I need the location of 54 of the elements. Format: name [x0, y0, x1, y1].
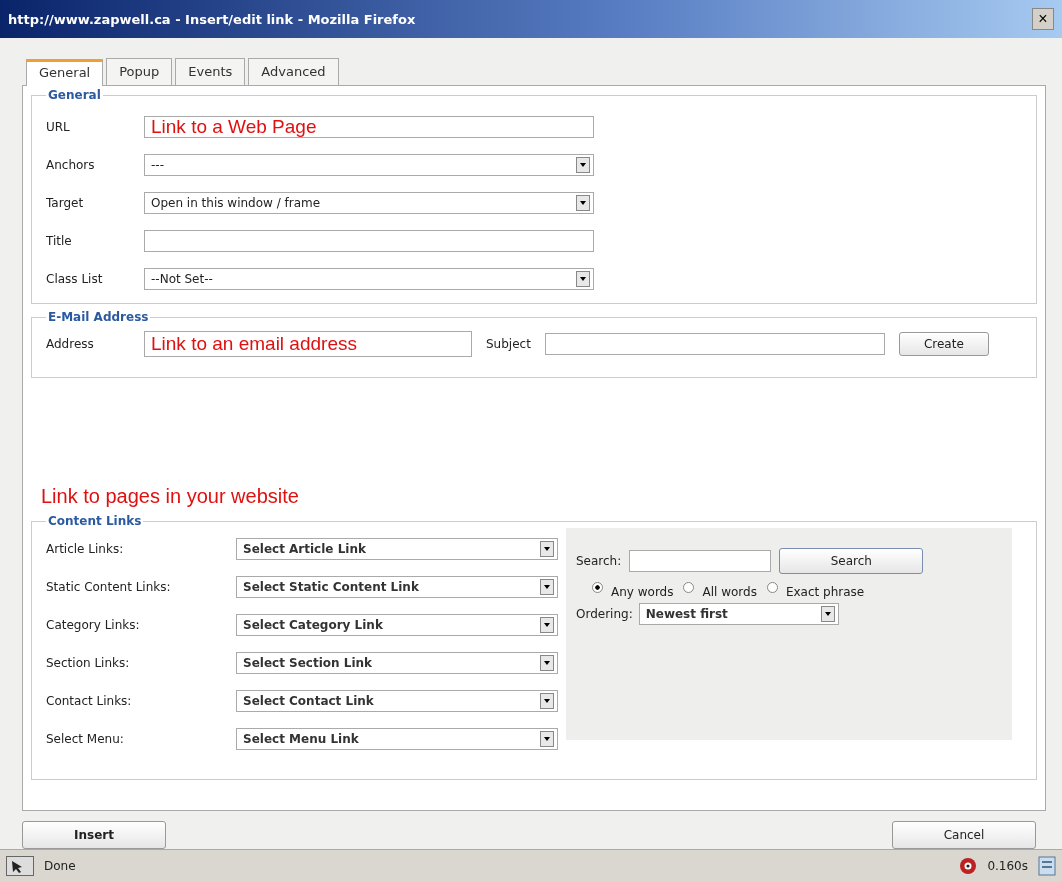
cursor-icon: [6, 856, 34, 876]
search-field[interactable]: [629, 550, 772, 572]
field-label: Class List: [46, 272, 104, 286]
radio-button[interactable]: [766, 582, 778, 593]
field-label: Target: [46, 196, 85, 210]
group-legend: Content Links: [46, 514, 144, 528]
document-icon: [1038, 856, 1056, 876]
create-button[interactable]: Create: [898, 332, 989, 356]
dropdown[interactable]: Select Category Link: [236, 614, 558, 636]
dropdown[interactable]: --Not Set--: [144, 268, 594, 290]
field-label: Static Content Links:: [46, 580, 172, 594]
dropdown[interactable]: Select Section Link: [236, 652, 558, 674]
tab[interactable]: Advanced: [248, 58, 339, 85]
tab[interactable]: Popup: [106, 58, 173, 85]
dropdown[interactable]: ---: [144, 154, 594, 176]
status-text: Done: [44, 859, 76, 873]
field-label: URL: [46, 120, 71, 134]
search-button[interactable]: Search: [779, 548, 924, 574]
group-legend: General: [46, 88, 103, 102]
field-label: Search:: [576, 554, 622, 568]
window-title: http://www.zapwell.ca - Insert/edit link - Mozilla Firefox: [8, 11, 417, 27]
radio-button[interactable]: [683, 582, 695, 593]
insert-button[interactable]: Insert: [22, 821, 166, 849]
dropdown[interactable]: Select Article Link: [236, 538, 558, 560]
annotation-text: Link to pages in your website: [40, 484, 299, 509]
input-field[interactable]: Link to a Web Page: [144, 116, 594, 138]
dropdown[interactable]: Select Static Content Link: [236, 576, 558, 598]
dropdown[interactable]: Open in this window / frame: [144, 192, 594, 214]
field-label: Section Links:: [46, 656, 131, 670]
tab[interactable]: General: [26, 59, 104, 86]
group-legend: E-Mail Address: [46, 310, 151, 324]
field-label: Select Menu:: [46, 732, 125, 746]
radio-label: All words: [702, 585, 757, 599]
field-label: Category Links:: [46, 618, 141, 632]
load-time: 0.160s: [987, 859, 1028, 873]
input-field[interactable]: [144, 230, 594, 252]
field-label: Subject: [486, 337, 531, 351]
close-button[interactable]: ×: [1032, 8, 1054, 30]
field-label: Ordering:: [576, 607, 633, 621]
field-label: Title: [46, 234, 73, 248]
field-label: Anchors: [46, 158, 96, 172]
dropdown[interactable]: Select Contact Link: [236, 690, 558, 712]
field-label: Article Links:: [46, 542, 125, 556]
radio-label: Any words: [611, 585, 674, 599]
subject-field[interactable]: [544, 333, 885, 355]
radio-label: Exact phrase: [785, 585, 865, 599]
cancel-button[interactable]: Cancel: [892, 821, 1036, 849]
tab[interactable]: Events: [175, 58, 246, 85]
radio-button[interactable]: [592, 582, 603, 593]
field-label: Address: [46, 337, 95, 351]
field-label: Contact Links:: [46, 694, 133, 708]
dropdown[interactable]: Select Menu Link: [236, 728, 558, 750]
dropdown[interactable]: Newest first: [638, 603, 839, 625]
address-field[interactable]: Link to an email address: [144, 331, 472, 357]
